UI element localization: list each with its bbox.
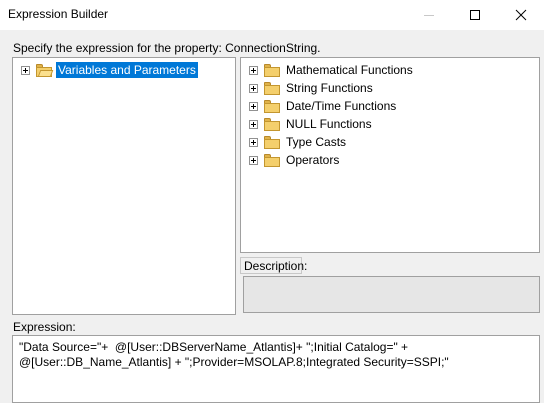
expand-icon[interactable] — [249, 65, 258, 75]
minimize-button[interactable] — [406, 0, 452, 30]
description-field — [243, 276, 540, 313]
expression-label: Expression: — [13, 320, 76, 334]
expand-icon[interactable] — [21, 65, 30, 75]
folder-icon — [264, 117, 280, 131]
folder-icon — [264, 63, 280, 77]
tree-item-string-functions[interactable]: String Functions — [249, 79, 375, 97]
tree-item-label: NULL Functions — [286, 117, 372, 131]
tree-item-null-functions[interactable]: NULL Functions — [249, 115, 374, 133]
variables-tree-pane[interactable]: Variables and Parameters — [12, 57, 236, 315]
tree-item-label: Mathematical Functions — [286, 63, 413, 77]
tree-item-label: Type Casts — [286, 135, 347, 149]
expand-icon[interactable] — [249, 155, 258, 165]
tree-item-variables-and-parameters[interactable]: Variables and Parameters — [21, 61, 198, 79]
open-folder-icon — [36, 63, 54, 77]
minimize-icon — [424, 15, 434, 16]
tree-item-label: String Functions — [286, 81, 373, 95]
description-header: Description: — [240, 257, 307, 274]
maximize-button[interactable] — [452, 0, 498, 30]
functions-tree-pane[interactable]: Mathematical Functions String Functions … — [240, 57, 540, 253]
expand-icon[interactable] — [249, 101, 258, 111]
tree-item-operators[interactable]: Operators — [249, 151, 341, 169]
title-bar: Expression Builder — [0, 0, 544, 30]
maximize-icon — [470, 10, 480, 20]
folder-icon — [264, 99, 280, 113]
expand-icon[interactable] — [249, 119, 258, 129]
window-title: Expression Builder — [8, 7, 109, 21]
tree-item-label: Variables and Parameters — [56, 62, 198, 78]
folder-icon — [264, 81, 280, 95]
close-icon — [515, 9, 527, 21]
tree-item-type-casts[interactable]: Type Casts — [249, 133, 348, 151]
tree-item-date-time-functions[interactable]: Date/Time Functions — [249, 97, 398, 115]
description-label: Description: — [244, 259, 308, 273]
folder-icon — [264, 135, 280, 149]
close-button[interactable] — [498, 0, 544, 30]
folder-icon — [264, 153, 280, 167]
expand-icon[interactable] — [249, 83, 258, 93]
expression-textbox[interactable]: "Data Source="+ @[User::DBServerName_Atl… — [12, 335, 540, 403]
expand-icon[interactable] — [249, 137, 258, 147]
tree-item-label: Date/Time Functions — [286, 99, 397, 113]
property-prompt-label: Specify the expression for the property:… — [13, 41, 321, 55]
tree-item-label: Operators — [286, 153, 340, 167]
tree-item-mathematical-functions[interactable]: Mathematical Functions — [249, 61, 415, 79]
